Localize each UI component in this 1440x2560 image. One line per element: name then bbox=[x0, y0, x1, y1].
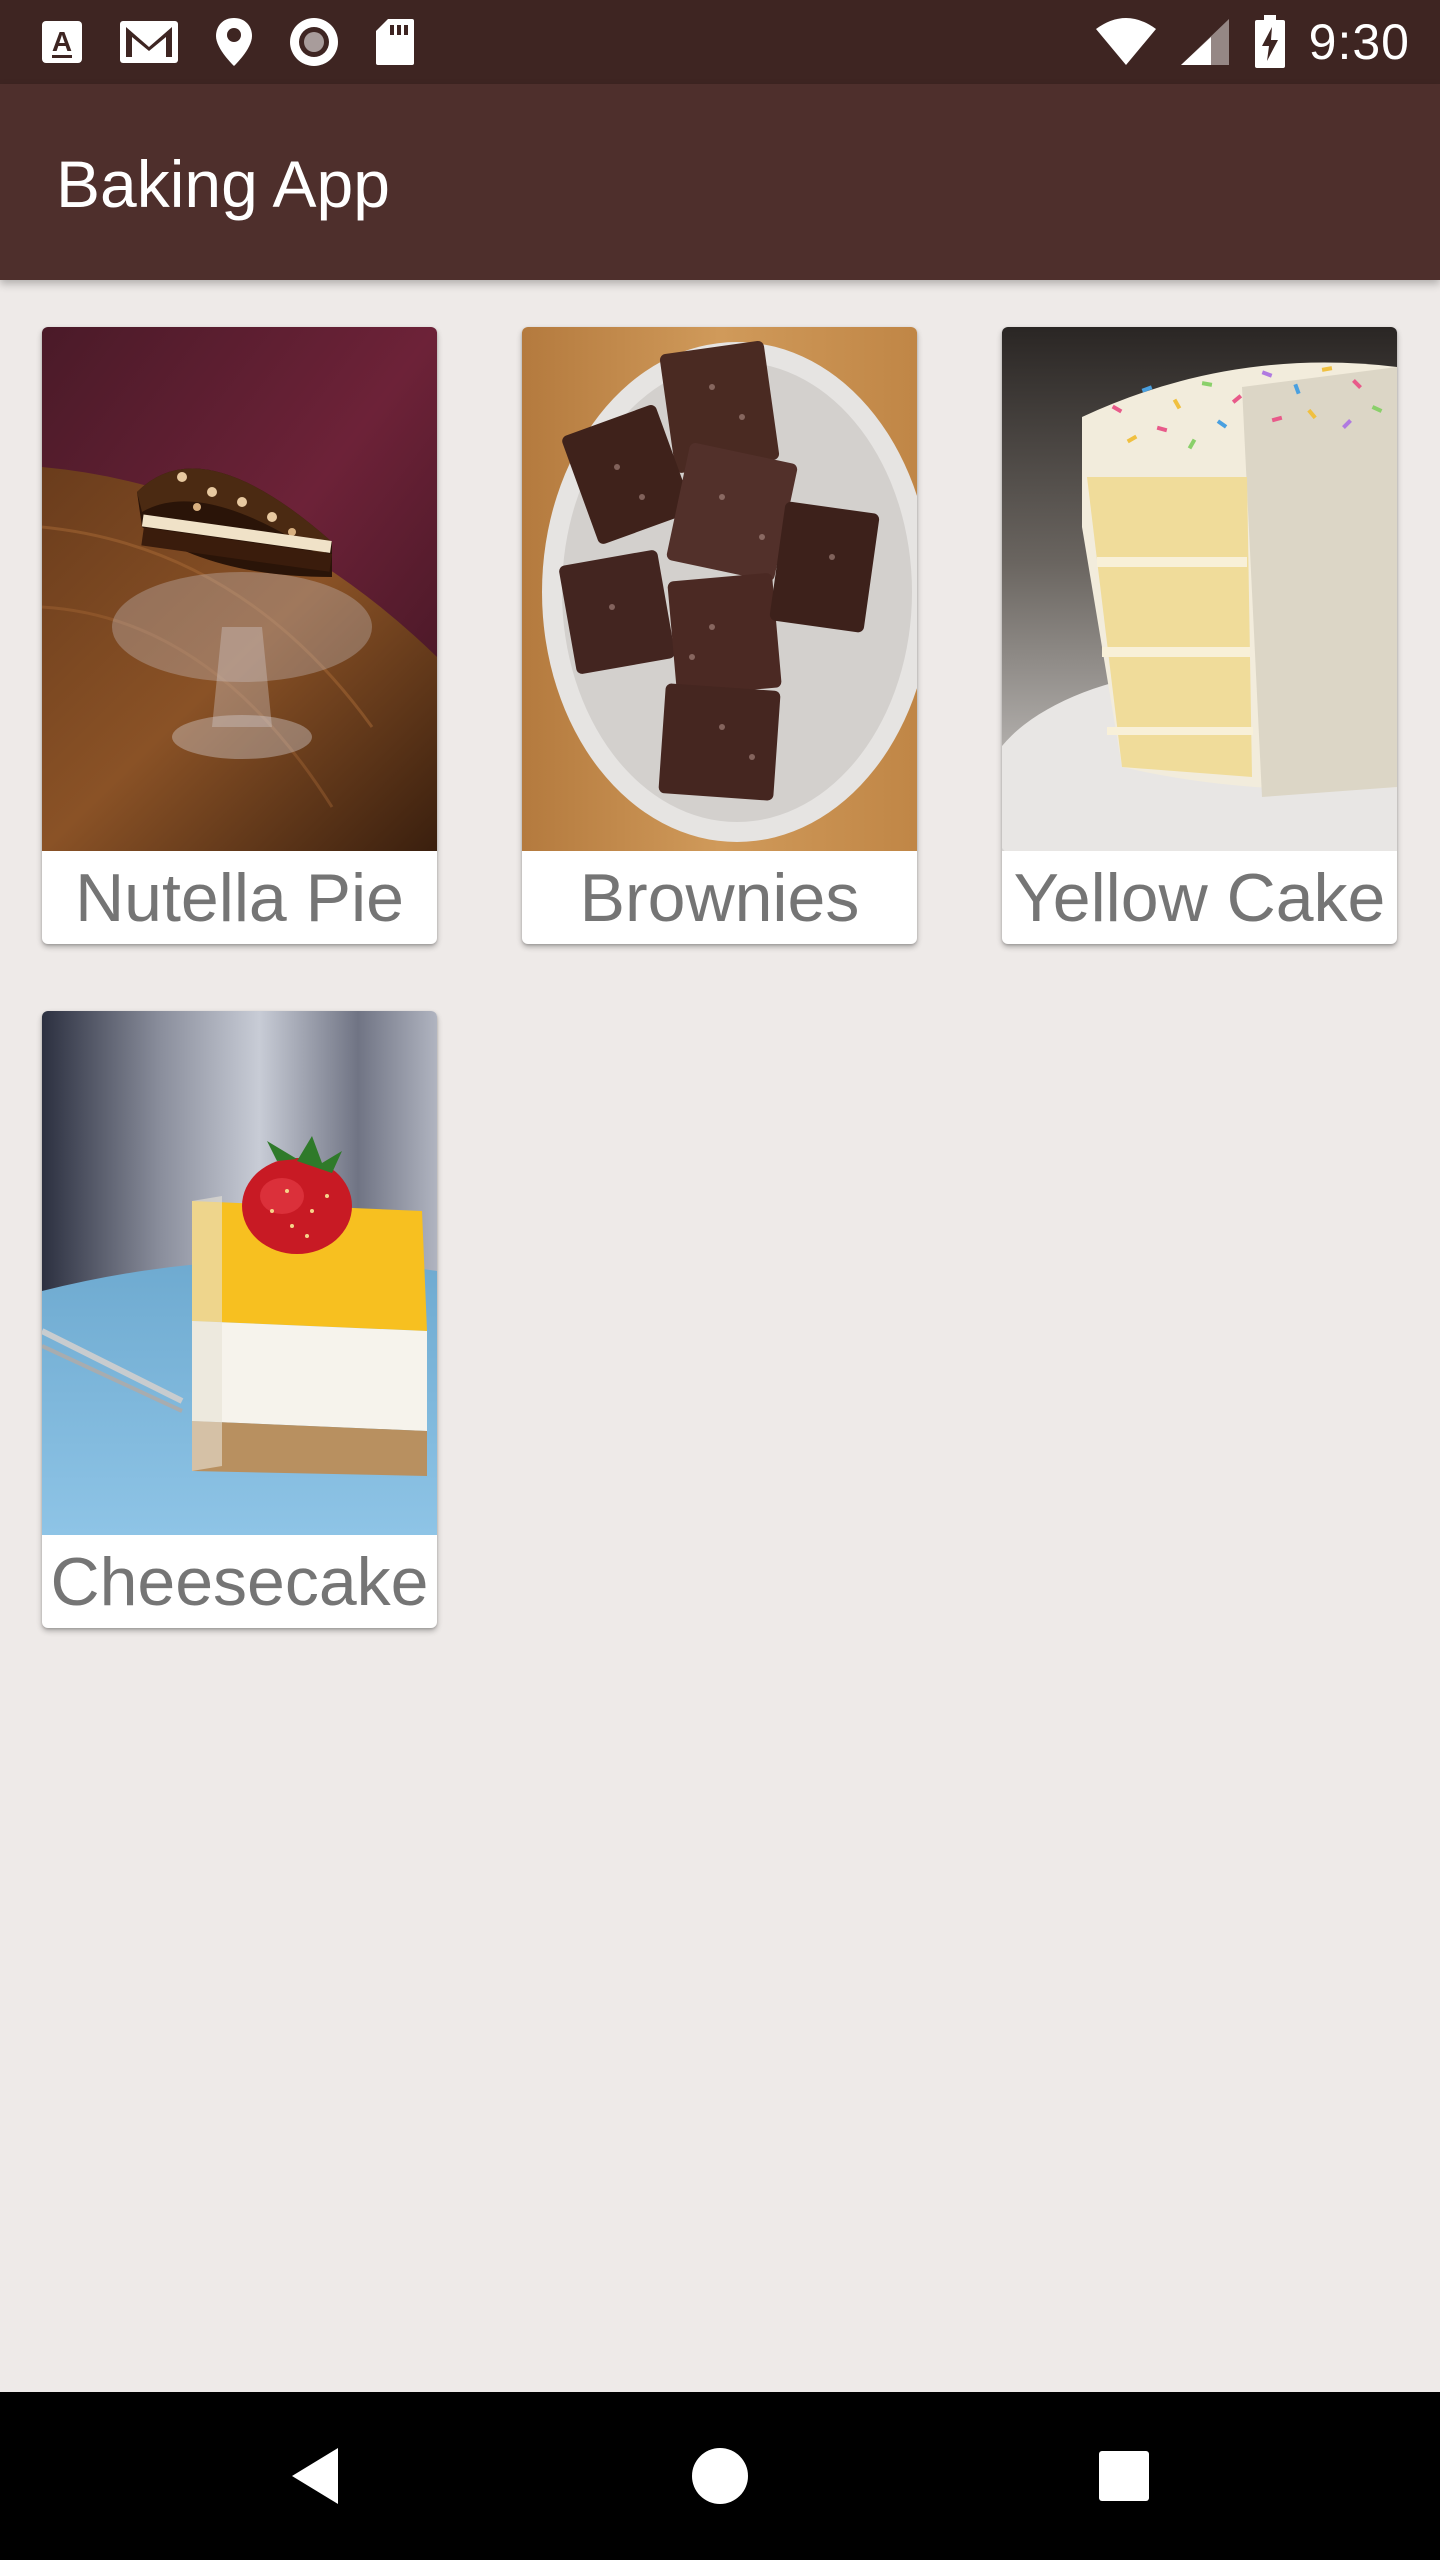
recipe-name: Brownies bbox=[579, 859, 860, 936]
location-pin-icon bbox=[216, 18, 252, 66]
yellow-cake-image bbox=[1002, 327, 1397, 851]
back-icon bbox=[292, 2448, 338, 2504]
nutella-pie-image bbox=[42, 327, 437, 851]
status-bar: A 9:30 bbox=[0, 0, 1440, 84]
font-download-icon: A bbox=[42, 21, 82, 63]
recipe-card-brownies[interactable]: Brownies bbox=[522, 327, 917, 944]
svg-text:A: A bbox=[52, 26, 72, 57]
recipe-name: Cheesecake bbox=[50, 1543, 429, 1620]
cell-signal-icon bbox=[1180, 19, 1229, 65]
home-icon bbox=[692, 2448, 748, 2504]
back-button[interactable] bbox=[268, 2428, 364, 2524]
app-title: Baking App bbox=[56, 147, 390, 221]
recipe-card-cheesecake[interactable]: Cheesecake bbox=[42, 1011, 437, 1628]
cheesecake-image bbox=[42, 1011, 437, 1535]
notification-icons: A bbox=[40, 14, 416, 70]
recipe-name: Yellow Cake bbox=[1013, 859, 1386, 936]
wifi-icon bbox=[1095, 18, 1156, 65]
navigation-bar bbox=[0, 2392, 1440, 2560]
recipe-name: Nutella Pie bbox=[75, 859, 404, 936]
brownies-image bbox=[522, 327, 917, 851]
record-icon bbox=[290, 18, 338, 66]
recents-button[interactable] bbox=[1076, 2428, 1172, 2524]
system-status-icons: 9:30 bbox=[1095, 14, 1410, 70]
gmail-icon bbox=[120, 21, 178, 63]
home-button[interactable] bbox=[672, 2428, 768, 2524]
recipe-card-yellow-cake[interactable]: Yellow Cake bbox=[1002, 327, 1397, 944]
status-clock: 9:30 bbox=[1308, 14, 1410, 70]
sd-card-icon bbox=[376, 19, 414, 65]
recipe-card-nutella-pie[interactable]: Nutella Pie bbox=[42, 327, 437, 944]
recents-icon bbox=[1099, 2451, 1149, 2501]
app-bar: Baking App bbox=[0, 84, 1440, 280]
battery-charging-icon bbox=[1254, 15, 1285, 68]
